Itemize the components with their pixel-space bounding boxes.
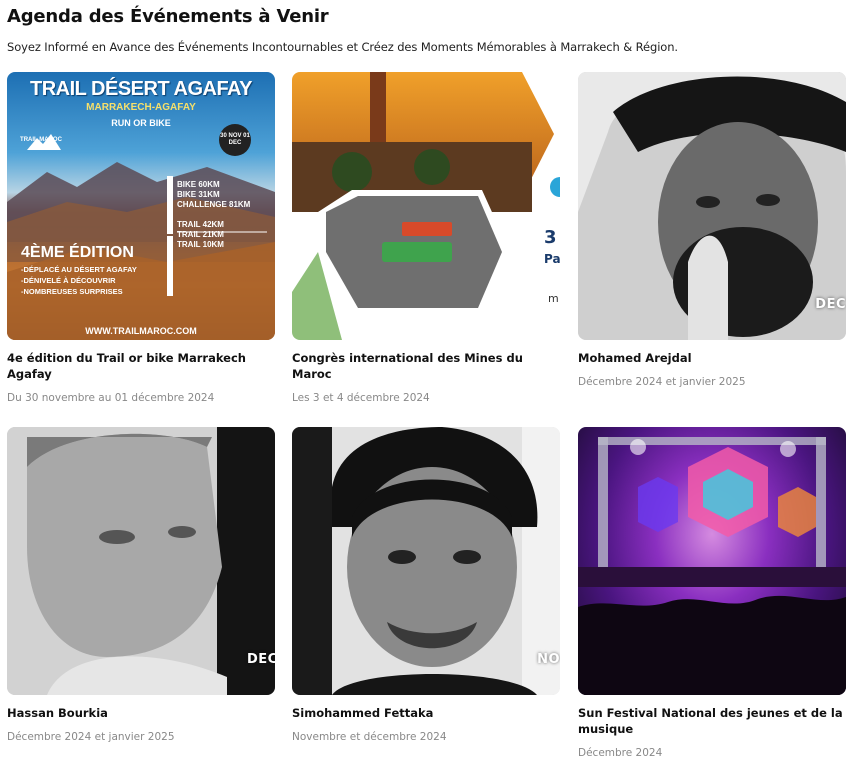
poster-number: 3 bbox=[544, 227, 557, 248]
image-overlay-text: DECOKA bbox=[247, 652, 275, 667]
event-card-bourkia[interactable]: DECOKA Hassan Bourkia Décembre 2024 et j… bbox=[7, 427, 275, 743]
event-date: Décembre 2024 et janvier 2025 bbox=[578, 376, 746, 388]
event-image-fettaka[interactable]: NO bbox=[292, 427, 560, 695]
event-image-arejdal[interactable]: DEC bbox=[578, 72, 846, 340]
concert-photo bbox=[578, 437, 846, 695]
event-image-trail[interactable]: TRAIL DÉSERT AGAFAY MARRAKECH-AGAFAY RUN… bbox=[7, 72, 275, 340]
poster-logo: TRAIL MAROC bbox=[20, 137, 62, 143]
event-title[interactable]: Sun Festival National des jeunes et de l… bbox=[578, 705, 846, 737]
event-date: Décembre 2024 et janvier 2025 bbox=[7, 731, 175, 743]
poster-letters: Pa bbox=[544, 252, 560, 266]
event-date: Les 3 et 4 décembre 2024 bbox=[292, 392, 430, 404]
event-date: Du 30 novembre au 01 décembre 2024 bbox=[7, 392, 215, 404]
poster-date-badge: 30 NOV 01 DEC bbox=[219, 124, 251, 156]
event-title[interactable]: Congrès international des Mines du Maroc bbox=[292, 350, 560, 382]
event-title[interactable]: 4e édition du Trail or bike Marrakech Ag… bbox=[7, 350, 275, 382]
event-image-mines[interactable]: 3 Pa m bbox=[292, 72, 560, 340]
event-image-bourkia[interactable]: DECOKA bbox=[7, 427, 275, 695]
event-title[interactable]: Mohamed Arejdal bbox=[578, 350, 846, 366]
congress-poster-illustration bbox=[292, 72, 560, 340]
portrait-photo bbox=[578, 72, 846, 340]
poster-headline: TRAIL DÉSERT AGAFAY bbox=[29, 78, 253, 100]
image-overlay-text: DEC bbox=[815, 297, 846, 312]
poster-line-1: MARRAKECH-AGAFAY bbox=[86, 102, 196, 113]
page-subtitle: Soyez Informé en Avance des Événements I… bbox=[7, 40, 678, 54]
event-title[interactable]: Hassan Bourkia bbox=[7, 705, 275, 721]
poster-edition: 4ÈME ÉDITION bbox=[21, 244, 134, 261]
event-card-fettaka[interactable]: NO Simohammed Fettaka Novembre et décemb… bbox=[292, 427, 560, 743]
portrait-photo bbox=[292, 427, 560, 695]
page-title: Agenda des Événements à Venir bbox=[7, 6, 329, 27]
poster-bullets: -DÉPLACÉ AU DÉSERT AGAFAY -DÉNIVELÉ À DÉ… bbox=[21, 265, 137, 296]
portrait-photo bbox=[7, 427, 275, 695]
event-date: Novembre et décembre 2024 bbox=[292, 731, 447, 743]
image-overlay-text: NO bbox=[537, 652, 560, 667]
event-date: Décembre 2024 bbox=[578, 747, 663, 759]
event-card-mines[interactable]: 3 Pa m Congrès international des Mines d… bbox=[292, 72, 560, 404]
event-card-trail[interactable]: TRAIL DÉSERT AGAFAY MARRAKECH-AGAFAY RUN… bbox=[7, 72, 275, 404]
poster-races: BIKE 60KM BIKE 31KM CHALLENGE 81KM TRAIL… bbox=[177, 180, 251, 249]
event-title[interactable]: Simohammed Fettaka bbox=[292, 705, 560, 721]
event-card-arejdal[interactable]: DEC Mohamed Arejdal Décembre 2024 et jan… bbox=[578, 72, 846, 388]
poster-url: WWW.TRAILMAROC.COM bbox=[85, 326, 197, 336]
poster-small: m bbox=[548, 292, 559, 305]
event-card-sun-festival[interactable]: Sun Festival National des jeunes et de l… bbox=[578, 427, 846, 759]
event-image-sun-festival[interactable] bbox=[578, 427, 846, 695]
